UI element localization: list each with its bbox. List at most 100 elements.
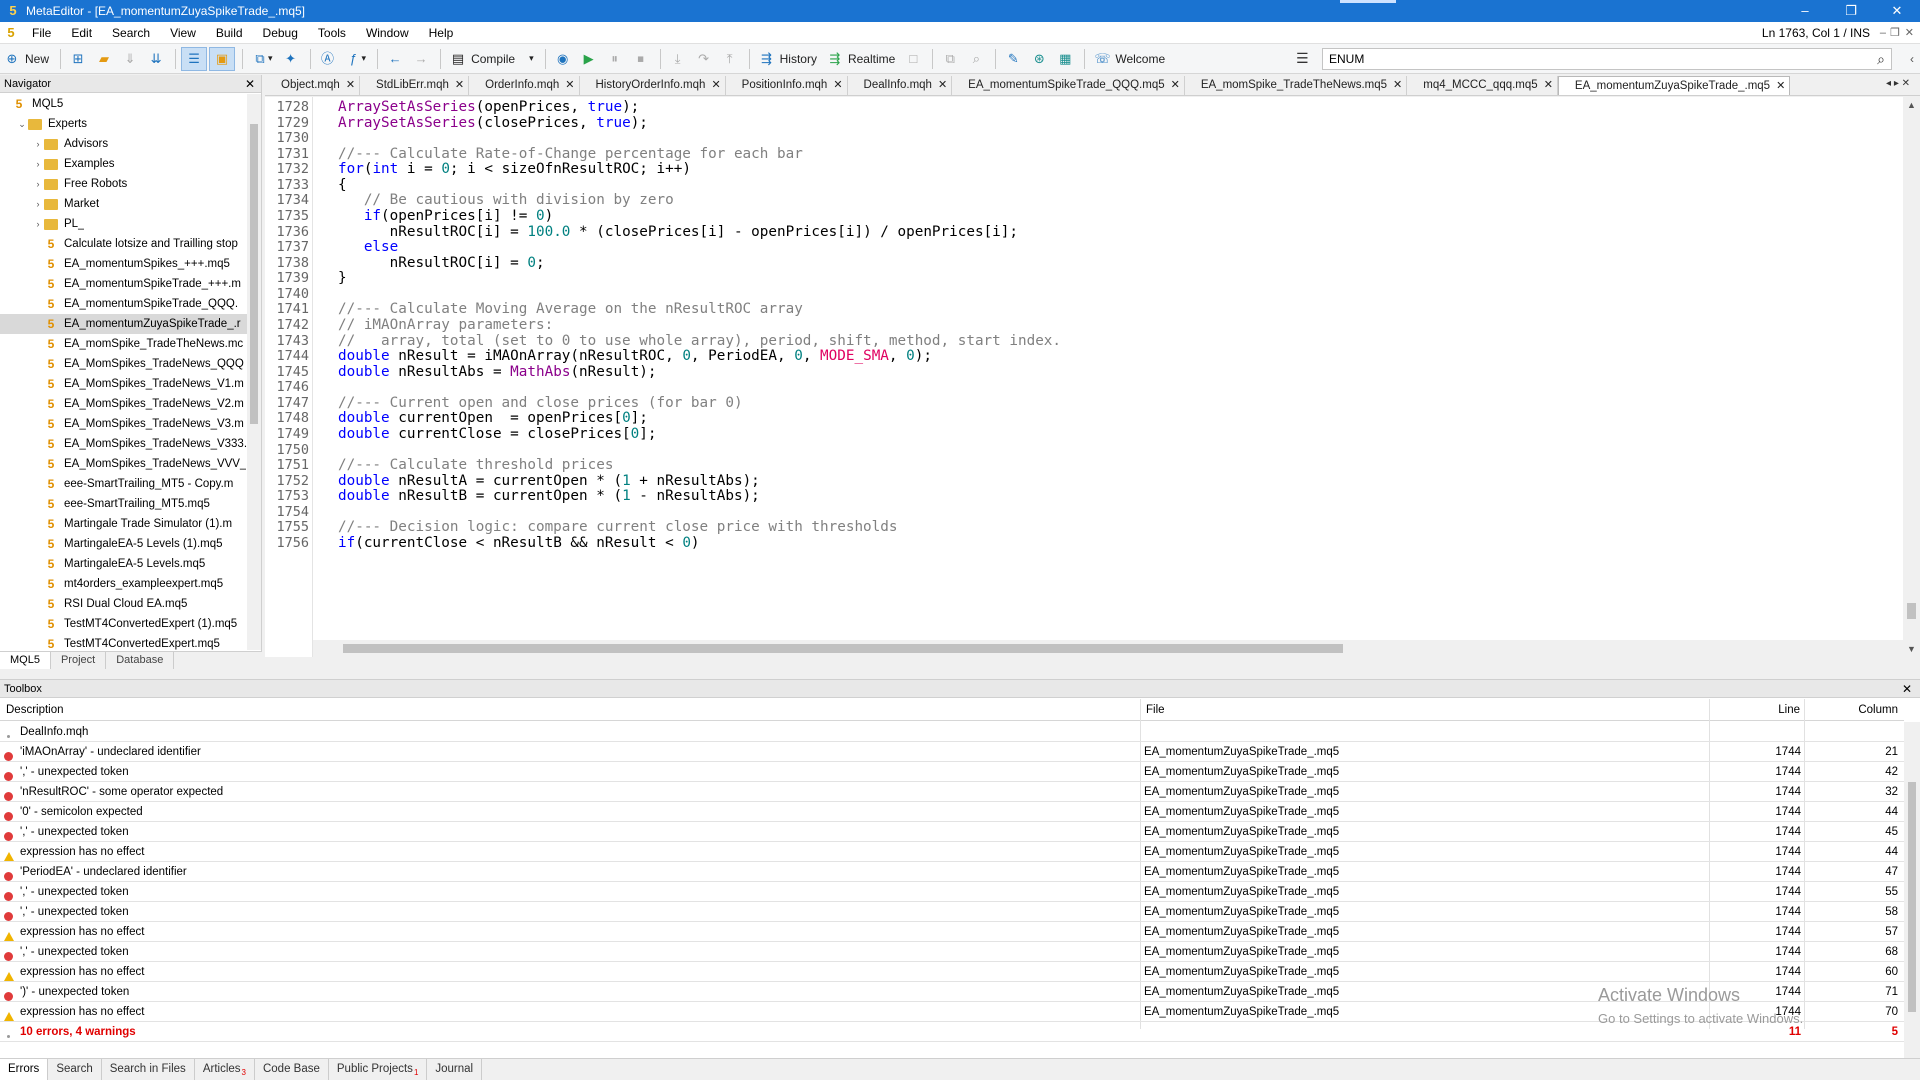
navigator-file-item[interactable]: 5 RSI Dual Cloud EA.mq5 — [0, 594, 248, 614]
navigator-scroll-thumb[interactable] — [250, 124, 258, 424]
editor-tab[interactable]: EA_momentumZuyaSpikeTrade_.mq5 ✕ — [1557, 76, 1791, 95]
navigator-file-item[interactable]: 5 EA_momentumSpikeTrade_QQQ. — [0, 294, 248, 314]
navigator-file-item[interactable]: 5 eee-SmartTrailing_MT5.mq5 — [0, 494, 248, 514]
warning-row[interactable]: expression has no effect EA_momentumZuyaS… — [0, 962, 1904, 982]
toolbox-toggle-button[interactable]: ▣ — [209, 46, 236, 71]
editor-horizontal-scrollbar[interactable] — [313, 640, 1903, 657]
close-tab-icon[interactable]: ✕ — [1393, 76, 1402, 95]
warning-row[interactable]: expression has no effect EA_momentumZuyaS… — [0, 922, 1904, 942]
new-button[interactable]: ⊕ New — [0, 47, 53, 71]
step-out-button[interactable]: ⤒ — [718, 47, 742, 71]
tab-project[interactable]: Project — [51, 652, 107, 669]
close-tab-icon[interactable]: ✕ — [1544, 76, 1553, 95]
navigator-toggle-button[interactable]: ☰ — [181, 46, 208, 71]
close-tab-icon[interactable]: ✕ — [1776, 77, 1785, 95]
doc-close-button[interactable]: ✕ — [1905, 22, 1914, 44]
chevron-right-icon[interactable]: › — [32, 154, 44, 174]
insert-function-button[interactable]: ƒ ▾ — [342, 47, 371, 71]
column-file[interactable]: File — [1146, 699, 1165, 721]
stop-button[interactable]: ⏹ — [629, 47, 653, 71]
close-tab-icon[interactable]: ✕ — [346, 76, 355, 95]
error-row[interactable]: 'nResultROC' - some operator expected EA_… — [0, 782, 1904, 802]
close-tab-icon[interactable]: ✕ — [833, 76, 842, 95]
navigator-folder-item[interactable]: ⌄ Experts — [0, 114, 248, 134]
close-tab-icon[interactable]: ✕ — [938, 76, 947, 95]
file-group-row[interactable]: DealInfo.mqh — [0, 722, 1904, 742]
menu-help[interactable]: Help — [419, 22, 464, 44]
editor-tab[interactable]: StdLibErr.mqh ✕ — [360, 76, 470, 95]
column-line[interactable]: Line — [1710, 699, 1800, 721]
editor-tab[interactable]: OrderInfo.mqh ✕ — [469, 76, 580, 95]
code-editor[interactable]: ▲ ▼ 1728 ArraySetAsSeries(openPrices, tru… — [265, 97, 1920, 657]
list-names-button[interactable]: Ⓐ — [316, 47, 340, 71]
minimize-button[interactable]: – — [1782, 0, 1828, 22]
doc-minimize-button[interactable]: – — [1880, 22, 1886, 44]
close-window-button[interactable]: ✕ — [1874, 0, 1920, 22]
tab-scroll-arrows-icon[interactable]: ◂ ▸ ✕ — [1886, 78, 1910, 89]
compare-button[interactable]: ⧉ — [938, 47, 962, 71]
navigator-file-item[interactable]: 5 EA_momentumZuyaSpikeTrade_.r — [0, 314, 248, 334]
menu-view[interactable]: View — [160, 22, 206, 44]
close-toolbox-button[interactable]: ✕ — [1902, 680, 1912, 698]
chevron-right-icon[interactable]: › — [32, 174, 44, 194]
search-icon[interactable]: ⌕ — [1877, 51, 1885, 68]
edit-button[interactable]: ✎ — [1001, 47, 1025, 71]
pause-button[interactable]: ⏸ — [603, 47, 627, 71]
editor-scroll-thumb[interactable] — [1907, 603, 1916, 619]
error-row[interactable]: ',' - unexpected token EA_momentumZuyaSpi… — [0, 762, 1904, 782]
column-description[interactable]: Description — [6, 699, 64, 721]
debug-real-button[interactable]: ◉ — [551, 47, 575, 71]
menu-tools[interactable]: Tools — [308, 22, 356, 44]
navigator-file-item[interactable]: 5 EA_MomSpikes_TradeNews_V3.m — [0, 414, 248, 434]
chevron-down-icon[interactable]: ⌄ — [16, 114, 28, 134]
toolbox-tab[interactable]: Errors — [0, 1059, 49, 1080]
navigator-file-item[interactable]: 5 TestMT4ConvertedExpert (1).mq5 — [0, 614, 248, 634]
back-button[interactable]: ← — [383, 47, 407, 71]
navigator-file-item[interactable]: 5 EA_MomSpikes_TradeNews_V1.m — [0, 374, 248, 394]
editor-tab[interactable]: EA_momSpike_TradeTheNews.mq5 ✕ — [1185, 76, 1408, 95]
toolbox-tab[interactable]: Search in Files — [102, 1059, 195, 1080]
tab-database[interactable]: Database — [106, 652, 175, 669]
chevron-right-icon[interactable]: › — [32, 214, 44, 234]
stop-profiling-button[interactable]: □ — [901, 47, 925, 71]
debug-history-button[interactable]: ▶ — [577, 47, 601, 71]
step-into-button[interactable]: ⤓ — [666, 47, 690, 71]
navigator-folder-item[interactable]: › Examples — [0, 154, 248, 174]
editor-tab[interactable]: DealInfo.mqh ✕ — [848, 76, 953, 95]
close-tab-icon[interactable]: ✕ — [1171, 76, 1180, 95]
navigator-folder-item[interactable]: › Market — [0, 194, 248, 214]
toolbar-overflow-icon[interactable]: ‹ — [1910, 52, 1914, 66]
welcome-button[interactable]: ☏ Welcome — [1090, 47, 1169, 71]
toolbox-scrollbar[interactable] — [1904, 722, 1920, 1058]
error-row[interactable]: 'iMAOnArray' - undeclared identifier EA_m… — [0, 742, 1904, 762]
navigator-folder-item[interactable]: › Free Robots — [0, 174, 248, 194]
error-row[interactable]: ',' - unexpected token EA_momentumZuyaSpi… — [0, 822, 1904, 842]
editor-tab[interactable]: HistoryOrderInfo.mqh ✕ — [580, 76, 726, 95]
toolbox-tab[interactable]: Public Projects1 — [329, 1059, 428, 1080]
column-column[interactable]: Column — [1806, 699, 1898, 721]
error-row[interactable]: ',' - unexpected token EA_momentumZuyaSpi… — [0, 882, 1904, 902]
navigator-file-item[interactable]: 5 EA_MomSpikes_TradeNews_QQQ — [0, 354, 248, 374]
editor-tab[interactable]: Object.mqh ✕ — [265, 76, 361, 95]
editor-tab[interactable]: EA_momentumSpikeTrade_QQQ.mq5 ✕ — [952, 76, 1185, 95]
navigator-file-item[interactable]: 5 EA_momSpike_TradeTheNews.mc — [0, 334, 248, 354]
snippets-button[interactable]: ⧉ ▾ — [248, 47, 277, 71]
navigator-file-item[interactable]: 5 EA_MomSpikes_TradeNews_V2.m — [0, 394, 248, 414]
navigator-file-item[interactable]: 5 MartingaleEA-5 Levels.mq5 — [0, 554, 248, 574]
navigator-folder-item[interactable]: 5 MQL5 — [0, 94, 248, 114]
open-button[interactable]: ▰ — [92, 47, 116, 71]
error-row[interactable]: ',' - unexpected token EA_momentumZuyaSpi… — [0, 942, 1904, 962]
chevron-right-icon[interactable]: › — [32, 194, 44, 214]
navigator-file-item[interactable]: 5 EA_momentumSpikeTrade_+++.m — [0, 274, 248, 294]
search-code-button[interactable]: ⌕ — [964, 47, 988, 71]
warning-row[interactable]: expression has no effect EA_momentumZuyaS… — [0, 842, 1904, 862]
history-button[interactable]: ⇶ History — [755, 47, 821, 71]
step-over-button[interactable]: ↷ — [692, 47, 716, 71]
editor-hscroll-thumb[interactable] — [343, 644, 1343, 653]
navigator-folder-item[interactable]: › PL_ — [0, 214, 248, 234]
error-row[interactable]: ')' - unexpected token EA_momentumZuyaSpi… — [0, 982, 1904, 1002]
error-row[interactable]: ',' - unexpected token EA_momentumZuyaSpi… — [0, 902, 1904, 922]
editor-tab[interactable]: PositionInfo.mqh ✕ — [726, 76, 848, 95]
navigator-file-item[interactable]: 5 eee-SmartTrailing_MT5 - Copy.m — [0, 474, 248, 494]
navigator-file-item[interactable]: 5 EA_momentumSpikes_+++.mq5 — [0, 254, 248, 274]
